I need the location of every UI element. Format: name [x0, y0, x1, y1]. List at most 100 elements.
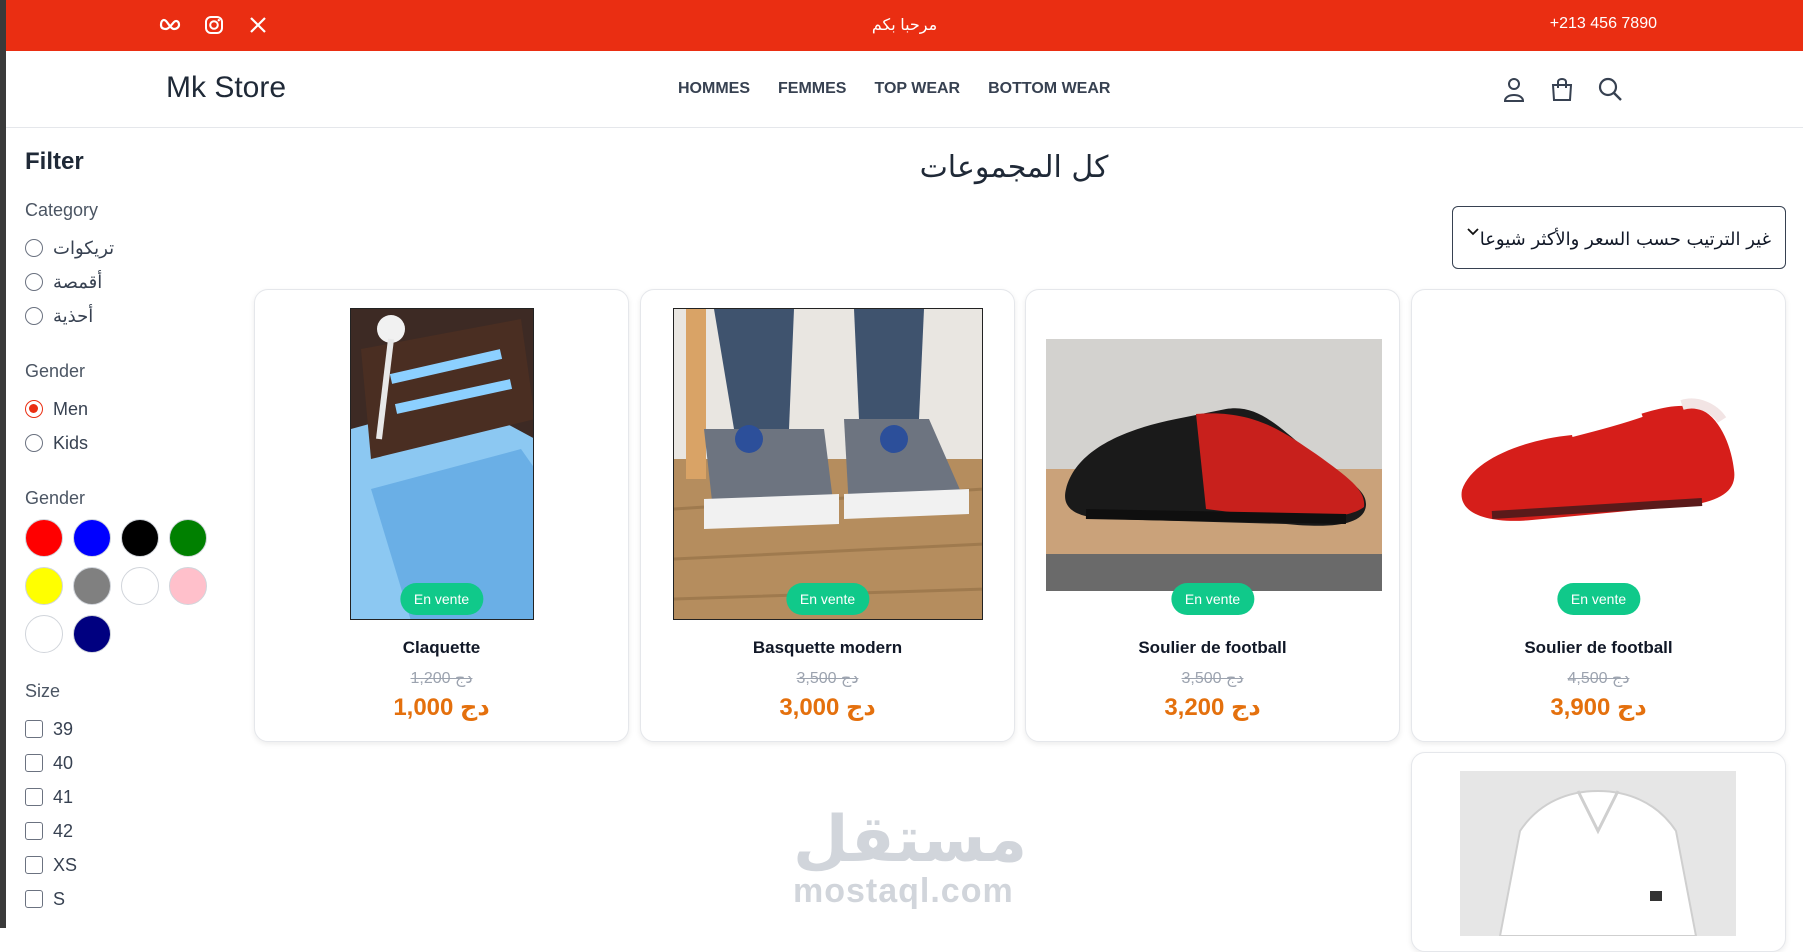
shopping-bag-icon[interactable]: [1549, 75, 1575, 103]
size-option[interactable]: 41: [25, 780, 225, 814]
product-name[interactable]: Soulier de football: [1412, 638, 1785, 658]
old-price: 3,500 دج: [796, 670, 859, 687]
category-label: أحذية: [53, 305, 94, 326]
radio-button[interactable]: [25, 307, 43, 325]
color-swatch[interactable]: [73, 519, 111, 557]
color-swatch[interactable]: [169, 567, 207, 605]
color-swatch[interactable]: [73, 567, 111, 605]
size-label: XS: [53, 854, 78, 875]
radio-button[interactable]: [25, 273, 43, 291]
gender-label: Men: [53, 398, 89, 419]
checkbox[interactable]: [25, 788, 43, 806]
color-swatch[interactable]: [121, 567, 159, 605]
sort-label: غير الترتيب حسب السعر والأكثر شيوعا: [1479, 229, 1771, 250]
gender-filter: Gender Men Kids: [25, 361, 225, 460]
sale-badge: En vente: [399, 583, 484, 615]
search-icon[interactable]: [1597, 75, 1623, 103]
color-swatch[interactable]: [121, 519, 159, 557]
product-image: [1460, 771, 1736, 936]
old-price: 1,200 دج: [410, 670, 473, 687]
welcome-text: مرحبا بكم: [871, 17, 938, 34]
checkbox[interactable]: [25, 754, 43, 772]
topbar: مرحبا بكم +213 456 7890: [6, 0, 1803, 51]
sale-badge: En vente: [1170, 583, 1255, 615]
filter-title: Filter: [25, 148, 84, 175]
nav-top-wear[interactable]: TOP WEAR: [874, 80, 960, 98]
size-label: 41: [53, 786, 74, 807]
main-nav: HOMMES FEMMES TOP WEAR BOTTOM WEAR: [678, 80, 1110, 98]
checkbox[interactable]: [25, 720, 43, 738]
product-card[interactable]: En vente Basquette modern 3,500 دج 3,000…: [640, 289, 1015, 742]
product-card[interactable]: [1411, 752, 1786, 952]
color-swatch[interactable]: [25, 519, 63, 557]
sale-badge: En vente: [1556, 583, 1641, 615]
radio-button[interactable]: [25, 239, 43, 257]
color-heading: Gender: [25, 488, 86, 508]
product-card[interactable]: En vente Soulier de football 3,500 دج 3,…: [1025, 289, 1400, 742]
nav-hommes[interactable]: HOMMES: [678, 80, 750, 98]
radio-button[interactable]: [25, 400, 43, 418]
product-image: [350, 308, 534, 620]
product-image: [673, 308, 983, 620]
checkbox[interactable]: [25, 822, 43, 840]
category-heading: Category: [25, 200, 99, 220]
size-option[interactable]: 39: [25, 712, 225, 746]
product-name[interactable]: Basquette modern: [641, 638, 1014, 658]
category-label: أقمصة: [53, 271, 103, 292]
chevron-down-icon: [1467, 221, 1479, 240]
product-name[interactable]: Soulier de football: [1026, 638, 1399, 658]
color-swatch[interactable]: [169, 519, 207, 557]
watermark: مستقل mostaql.com: [793, 803, 1028, 911]
size-filter: Size 39 40 41 42 XS S: [25, 681, 225, 916]
price: 3,200 دج: [1164, 694, 1261, 721]
size-label: 42: [53, 820, 74, 841]
watermark-latin: mostaql.com: [793, 872, 1014, 910]
site-header: Mk Store HOMMES FEMMES TOP WEAR BOTTOM W…: [6, 51, 1803, 128]
header-icons: [1501, 75, 1623, 103]
checkbox[interactable]: [25, 890, 43, 908]
price: 3,900 دج: [1550, 694, 1647, 721]
gender-label: Kids: [53, 432, 89, 453]
size-option[interactable]: 40: [25, 746, 225, 780]
color-swatch[interactable]: [25, 615, 63, 653]
color-swatch[interactable]: [73, 615, 111, 653]
size-label: S: [53, 888, 66, 909]
product-image: [1046, 339, 1382, 591]
size-option[interactable]: S: [25, 882, 225, 916]
size-label: 40: [53, 752, 74, 773]
product-image: [1452, 390, 1752, 550]
checkbox[interactable]: [25, 856, 43, 874]
product-name[interactable]: Claquette: [255, 638, 628, 658]
user-icon[interactable]: [1501, 75, 1527, 103]
size-option[interactable]: 42: [25, 814, 225, 848]
gender-option[interactable]: Kids: [25, 426, 225, 460]
store-logo[interactable]: Mk Store: [166, 71, 286, 105]
radio-button[interactable]: [25, 434, 43, 452]
sort-select[interactable]: غير الترتيب حسب السعر والأكثر شيوعا: [1452, 206, 1786, 269]
old-price: 4,500 دج: [1567, 670, 1630, 687]
size-option[interactable]: XS: [25, 848, 225, 882]
nav-bottom-wear[interactable]: BOTTOM WEAR: [988, 80, 1110, 98]
gender-option[interactable]: Men: [25, 392, 225, 426]
price: 3,000 دج: [779, 694, 876, 721]
color-swatch[interactable]: [25, 567, 63, 605]
category-option[interactable]: أحذية: [25, 299, 225, 333]
color-filter: Gender: [25, 488, 225, 653]
price: 1,000 دج: [393, 694, 490, 721]
filter-sidebar: Filter Category تريكوات أقمصة أحذية Gend…: [25, 148, 225, 944]
nav-femmes[interactable]: FEMMES: [778, 80, 846, 98]
old-price: 3,500 دج: [1181, 670, 1244, 687]
category-option[interactable]: أقمصة: [25, 265, 225, 299]
phone-number: +213 456 7890: [1549, 15, 1657, 32]
size-heading: Size: [25, 681, 61, 701]
category-label: تريكوات: [53, 237, 115, 258]
product-card[interactable]: En vente Soulier de football 4,500 دج 3,…: [1411, 289, 1786, 742]
sale-badge: En vente: [785, 583, 870, 615]
page-title: كل المجموعات: [919, 150, 1109, 185]
product-card[interactable]: En vente Claquette 1,200 دج 1,000 دج: [254, 289, 629, 742]
watermark-arabic: مستقل: [793, 803, 1028, 877]
window-edge: [0, 0, 6, 928]
gender-heading: Gender: [25, 361, 86, 381]
category-option[interactable]: تريكوات: [25, 231, 225, 265]
size-label: 39: [53, 718, 74, 739]
